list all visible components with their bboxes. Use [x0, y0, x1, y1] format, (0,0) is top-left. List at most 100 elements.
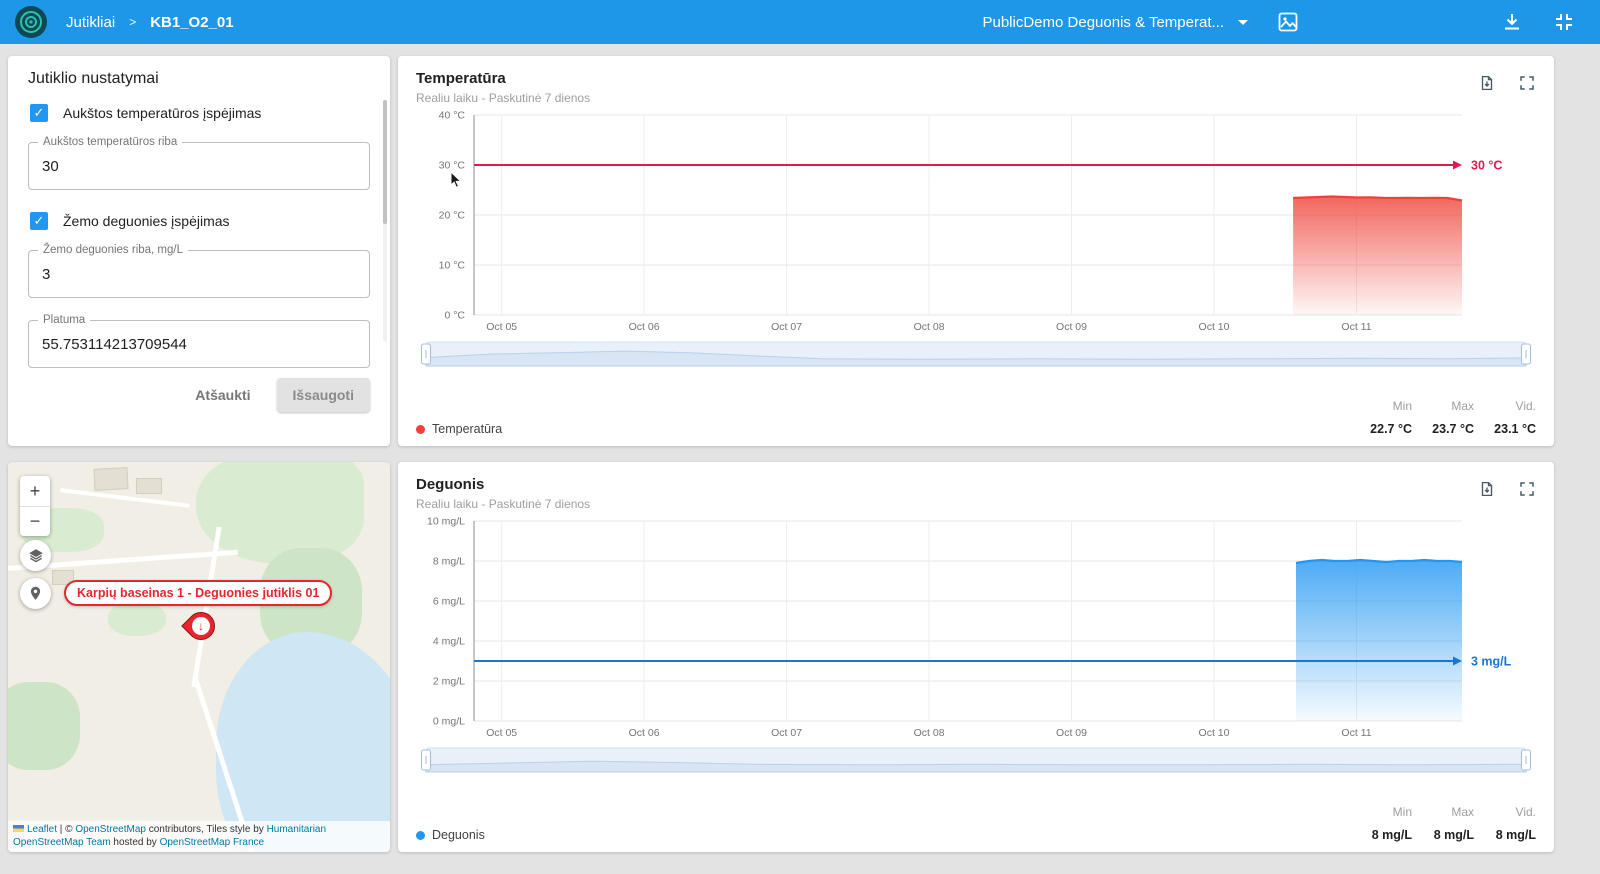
exit-fullscreen-icon[interactable] [1552, 10, 1576, 34]
dashboard-selector-label: PublicDemo Deguonis & Temperat... [982, 14, 1224, 31]
save-button[interactable]: Išsaugoti [277, 378, 370, 412]
svg-text:Oct 06: Oct 06 [629, 321, 660, 333]
latitude-label: Platuma [38, 314, 90, 326]
svg-text:2 mg/L: 2 mg/L [433, 676, 465, 688]
svg-text:20 °C: 20 °C [439, 210, 466, 222]
high-temp-limit-label: Aukštos temperatūros riba [38, 136, 182, 148]
export-file-icon[interactable] [1478, 480, 1496, 498]
sensor-map-tooltip[interactable]: Karpių baseinas 1 - Deguonies jutiklis 0… [64, 580, 332, 606]
stats-temperature: Min Max Vid. 22.7 °C 23.7 °C 23.1 °C [1354, 399, 1536, 436]
high-temp-limit-input[interactable] [29, 143, 369, 189]
map-green-area [8, 682, 80, 770]
low-oxygen-alert-label: Žemo deguonies įspėjimas [63, 213, 230, 229]
svg-text:Oct 07: Oct 07 [771, 321, 802, 333]
svg-text:Oct 09: Oct 09 [1056, 321, 1087, 333]
app-logo-icon[interactable] [14, 5, 48, 39]
low-oxygen-limit-field: Žemo deguonies riba, mg/L [28, 250, 370, 298]
check-icon: ✓ [34, 213, 45, 229]
high-temp-limit-field: Aukštos temperatūros riba [28, 142, 370, 190]
temperature-chart-title: Temperatūra [416, 70, 590, 87]
svg-text:0 mg/L: 0 mg/L [433, 716, 465, 728]
svg-text:Oct 05: Oct 05 [486, 321, 517, 333]
oxygen-chart-subtitle: Realiu laiku - Paskutinė 7 dienos [416, 497, 590, 511]
map-building [93, 467, 128, 491]
attribution-text: | © [57, 824, 75, 835]
settings-title: Jutiklio nustatymai [28, 70, 370, 88]
chevron-down-icon [1238, 20, 1248, 25]
dashboard-selector[interactable]: PublicDemo Deguonis & Temperat... [982, 14, 1248, 31]
check-icon: ✓ [34, 105, 45, 121]
map-marker[interactable]: ↓ [186, 610, 216, 652]
svg-text:Oct 06: Oct 06 [629, 727, 660, 739]
svg-text:Oct 11: Oct 11 [1341, 727, 1371, 739]
svg-text:Oct 05: Oct 05 [486, 727, 517, 739]
oxygen-range-slider[interactable] [416, 745, 1536, 775]
svg-text:Oct 07: Oct 07 [771, 727, 802, 739]
attribution-text: hosted by [111, 837, 160, 848]
cancel-button[interactable]: Atšaukti [181, 378, 264, 412]
temperature-chart: 0 °C 10 °C 20 °C 30 °C 40 °C Oct 05 Oct 06 Oct … [416, 107, 1536, 337]
breadcrumb-sensors-link[interactable]: Jutikliai [66, 14, 115, 31]
stat-label: Max [1416, 399, 1474, 413]
latitude-field: Platuma [28, 320, 370, 368]
svg-text:4 mg/L: 4 mg/L [433, 636, 465, 648]
svg-text:8 mg/L: 8 mg/L [433, 556, 465, 568]
leaflet-link[interactable]: Leaflet [27, 824, 57, 835]
top-app-bar: Jutikliai > KB1_O2_01 PublicDemo Deguoni… [0, 0, 1600, 44]
stat-label: Vid. [1478, 399, 1536, 413]
stat-label: Min [1354, 805, 1412, 819]
oxygen-panel: Deguonis Realiu laiku - Paskutinė 7 dien… [398, 462, 1554, 852]
stat-value-max: 23.7 °C [1416, 422, 1474, 436]
latitude-input[interactable] [29, 321, 369, 367]
map-zoom-control: + − [20, 476, 50, 536]
temperature-range-slider[interactable] [416, 339, 1536, 369]
legend-temperature[interactable]: Temperatūra [416, 422, 502, 436]
svg-text:10 °C: 10 °C [439, 260, 466, 272]
osm-france-link[interactable]: OpenStreetMap France [160, 837, 265, 848]
map-road [191, 527, 221, 688]
stat-value-max: 8 mg/L [1416, 828, 1474, 842]
svg-text:3 mg/L: 3 mg/L [1471, 655, 1512, 669]
low-oxygen-limit-label: Žemo deguonies riba, mg/L [38, 244, 188, 256]
svg-text:30 °C: 30 °C [1471, 159, 1502, 173]
download-icon[interactable] [1500, 10, 1524, 34]
map-layers-button[interactable] [20, 540, 51, 571]
high-temp-alert-row: ✓ Aukštos temperatūros įspėjimas [30, 104, 368, 122]
map-building [136, 478, 162, 494]
high-temp-alert-checkbox[interactable]: ✓ [30, 104, 48, 122]
svg-text:Oct 09: Oct 09 [1056, 727, 1087, 739]
map-locate-button[interactable] [20, 578, 51, 609]
map-green-area [108, 602, 166, 636]
low-oxygen-alert-checkbox[interactable]: ✓ [30, 212, 48, 230]
map-panel[interactable]: + − Karpių baseinas 1 - Deguonies jutikl… [8, 462, 390, 852]
map-green-area [196, 462, 364, 564]
image-icon[interactable] [1276, 10, 1300, 34]
ukraine-flag-icon [13, 825, 24, 832]
fullscreen-icon[interactable] [1518, 74, 1536, 92]
fullscreen-icon[interactable] [1518, 480, 1536, 498]
osm-link[interactable]: OpenStreetMap [75, 824, 146, 835]
settings-actions: Atšaukti Išsaugoti [28, 378, 370, 412]
breadcrumb-separator: > [129, 15, 136, 29]
zoom-out-button[interactable]: − [20, 506, 50, 536]
zoom-in-button[interactable]: + [20, 476, 50, 506]
settings-form: ✓ Aukštos temperatūros įspėjimas Aukštos… [28, 104, 370, 368]
sensor-settings-panel: Jutiklio nustatymai ✓ Aukštos temperatūr… [8, 56, 390, 446]
legend-oxygen[interactable]: Deguonis [416, 828, 485, 842]
svg-text:Oct 11: Oct 11 [1341, 321, 1371, 333]
svg-text:0 °C: 0 °C [444, 310, 465, 322]
high-temp-alert-label: Aukštos temperatūros įspėjimas [63, 105, 261, 121]
low-oxygen-limit-input[interactable] [29, 251, 369, 297]
svg-text:Oct 10: Oct 10 [1199, 321, 1230, 333]
map-road [60, 488, 190, 508]
stat-label: Min [1354, 399, 1412, 413]
breadcrumb: Jutikliai > KB1_O2_01 [66, 14, 234, 31]
export-file-icon[interactable] [1478, 74, 1496, 92]
temperature-panel: Temperatūra Realiu laiku - Paskutinė 7 d… [398, 56, 1554, 446]
settings-scrollbar-thumb[interactable] [383, 100, 387, 224]
stat-label: Vid. [1478, 805, 1536, 819]
temperature-chart-subtitle: Realiu laiku - Paskutinė 7 dienos [416, 91, 590, 105]
legend-dot [416, 831, 425, 840]
svg-text:40 °C: 40 °C [439, 110, 466, 122]
map-attribution: Leaflet | © OpenStreetMap contributors, … [8, 821, 390, 852]
